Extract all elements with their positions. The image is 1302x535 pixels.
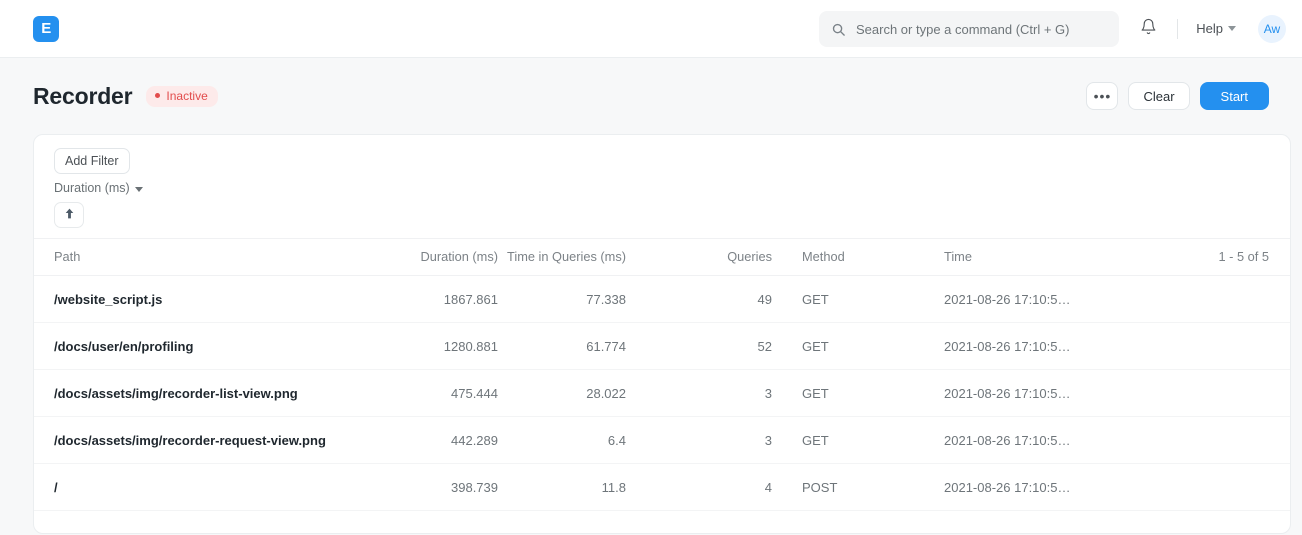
cell-method: GET [772, 369, 912, 417]
column-header-duration[interactable]: Duration (ms) [388, 239, 498, 276]
table-body: /website_script.js 1867.861 77.338 49 GE… [34, 275, 1290, 511]
app-logo[interactable]: E [33, 15, 59, 42]
cell-method: GET [772, 275, 912, 323]
page-title: Recorder [33, 82, 133, 109]
cell-duration: 1867.861 [388, 275, 498, 323]
arrow-up-icon [63, 207, 76, 223]
cell-duration: 442.289 [388, 416, 498, 464]
cell-time-in-queries: 28.022 [498, 369, 626, 417]
cell-duration: 398.739 [388, 463, 498, 511]
search-icon [831, 22, 846, 37]
more-options-button[interactable]: ••• [1086, 82, 1119, 110]
page-actions: ••• Clear Start [1086, 82, 1269, 110]
cell-duration: 1280.881 [388, 322, 498, 370]
avatar[interactable]: Aw [1258, 14, 1286, 43]
cell-path[interactable]: /docs/assets/img/recorder-request-view.p… [34, 416, 388, 464]
status-badge: Inactive [146, 85, 218, 107]
notifications-button[interactable] [1131, 12, 1165, 46]
result-count-label: 1 - 5 of 5 [1172, 239, 1290, 276]
cell-queries: 4 [626, 463, 772, 511]
cell-queries: 3 [626, 369, 772, 417]
cell-queries: 3 [626, 416, 772, 464]
table-row[interactable]: /docs/user/en/profiling 1280.881 61.774 … [34, 322, 1290, 370]
cell-time: 2021-08-26 17:10:5… [912, 369, 1172, 417]
cell-time: 2021-08-26 17:10:5… [912, 463, 1172, 511]
cell-time-in-queries: 11.8 [498, 463, 626, 511]
cell-method: GET [772, 322, 912, 370]
table-row[interactable]: /website_script.js 1867.861 77.338 49 GE… [34, 275, 1290, 323]
help-label: Help [1196, 21, 1223, 36]
table-row[interactable]: /docs/assets/img/recorder-request-view.p… [34, 416, 1290, 464]
cell-duration: 475.444 [388, 369, 498, 417]
cell-path[interactable]: /website_script.js [34, 275, 388, 323]
cell-queries: 49 [626, 275, 772, 323]
avatar-initials: Aw [1263, 21, 1281, 36]
cell-time: 2021-08-26 17:10:5… [912, 416, 1172, 464]
chevron-down-icon [134, 186, 143, 192]
requests-table: Path Duration (ms) Time in Queries (ms) … [34, 239, 1290, 511]
cell-spacer [1172, 369, 1290, 417]
navbar: E Help Aw [0, 0, 1302, 58]
cell-time-in-queries: 6.4 [498, 416, 626, 464]
cell-queries: 52 [626, 322, 772, 370]
column-header-path[interactable]: Path [34, 239, 388, 276]
sort-field-label: Duration (ms) [54, 181, 130, 195]
help-menu[interactable]: Help [1190, 16, 1242, 41]
status-dot-icon [155, 93, 161, 98]
cell-time-in-queries: 61.774 [498, 322, 626, 370]
page-header: Recorder Inactive ••• Clear Start [0, 58, 1302, 134]
column-header-method[interactable]: Method [772, 239, 912, 276]
start-button[interactable]: Start [1199, 82, 1269, 110]
column-header-time[interactable]: Time [912, 239, 1172, 276]
clear-button[interactable]: Clear [1128, 82, 1190, 110]
cell-spacer [1172, 463, 1290, 511]
column-header-queries[interactable]: Queries [626, 239, 772, 276]
bell-icon [1140, 18, 1157, 40]
sort-selector[interactable]: Duration (ms) [54, 181, 1270, 195]
filter-area: Add Filter Duration (ms) [34, 135, 1290, 239]
table-row[interactable]: /docs/assets/img/recorder-list-view.png … [34, 369, 1290, 417]
cell-time: 2021-08-26 17:10:5… [912, 275, 1172, 323]
cell-path[interactable]: /docs/user/en/profiling [34, 322, 388, 370]
navbar-right: Help Aw [1131, 0, 1286, 58]
cell-time-in-queries: 77.338 [498, 275, 626, 323]
search-bar[interactable] [819, 11, 1119, 47]
add-filter-button[interactable]: Add Filter [54, 148, 130, 174]
chevron-down-icon [1228, 26, 1236, 31]
cell-spacer [1172, 275, 1290, 323]
table-header: Path Duration (ms) Time in Queries (ms) … [34, 239, 1290, 276]
cell-path[interactable]: / [34, 463, 388, 511]
column-header-time-in-queries[interactable]: Time in Queries (ms) [498, 239, 626, 276]
search-input[interactable] [856, 21, 1107, 37]
table-header-row: Path Duration (ms) Time in Queries (ms) … [34, 239, 1290, 276]
cell-path[interactable]: /docs/assets/img/recorder-list-view.png [34, 369, 388, 417]
table-row[interactable]: / 398.739 11.8 4 POST 2021-08-26 17:10:5… [34, 463, 1290, 511]
cell-spacer [1172, 416, 1290, 464]
cell-spacer [1172, 322, 1290, 370]
status-badge-label: Inactive [166, 88, 208, 103]
cell-method: GET [772, 416, 912, 464]
navbar-divider [1177, 18, 1179, 39]
cell-method: POST [772, 463, 912, 511]
sort-direction-button[interactable] [54, 202, 84, 228]
cell-time: 2021-08-26 17:10:5… [912, 322, 1172, 370]
app-logo-letter: E [41, 20, 51, 37]
recorder-card: Add Filter Duration (ms) Path Duration (… [33, 134, 1291, 534]
